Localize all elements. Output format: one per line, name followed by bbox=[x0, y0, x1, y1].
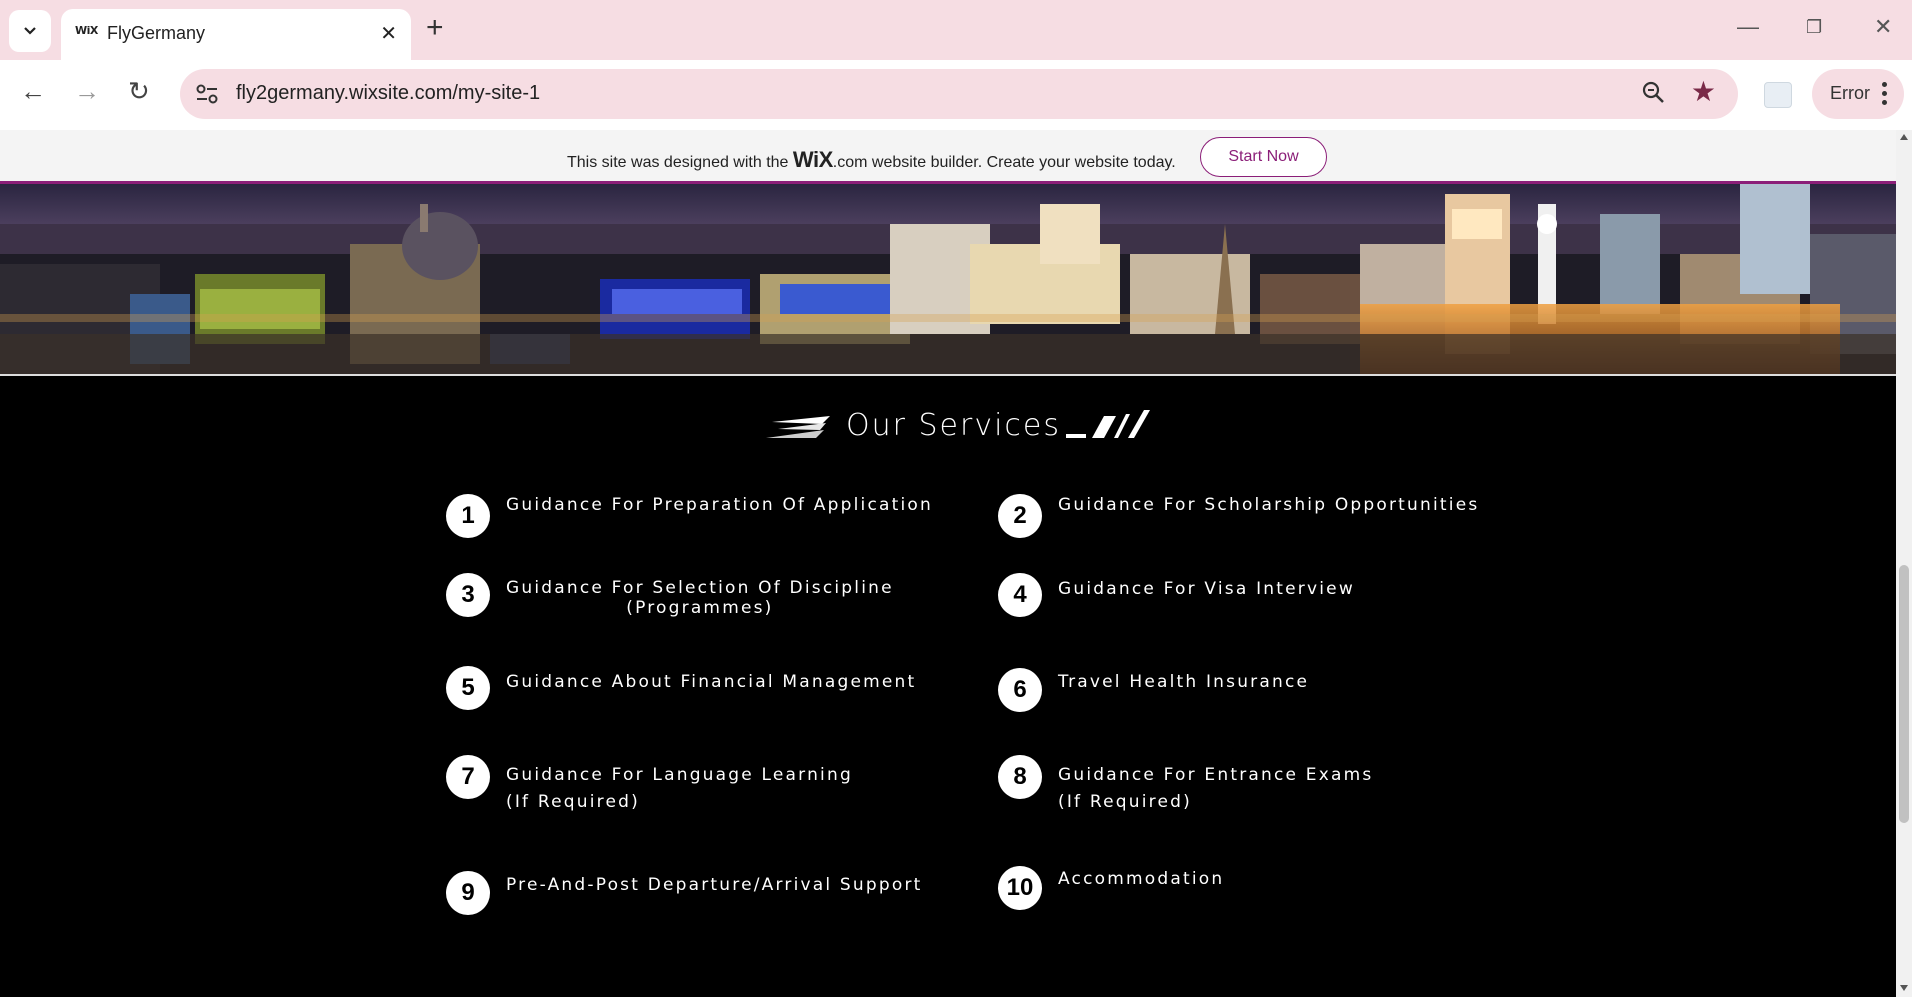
wix-ad-banner: This site was designed with the WiX.com … bbox=[0, 130, 1896, 184]
address-bar[interactable]: fly2germany.wixsite.com/my-site-1 ★ bbox=[180, 69, 1738, 119]
browser-toolbar: ← → ↻ fly2germany.wixsite.com/my-site-1 … bbox=[0, 60, 1912, 130]
new-tab-icon[interactable]: + bbox=[426, 13, 444, 43]
menu-kebab-icon[interactable] bbox=[1882, 79, 1888, 109]
service-label-line2: (If Required) bbox=[1058, 792, 1192, 812]
wing-decoration-icon bbox=[766, 416, 830, 438]
service-number-badge: 2 bbox=[998, 494, 1042, 538]
scroll-down-arrow-icon[interactable] bbox=[1900, 985, 1908, 991]
services-title: Our Services bbox=[846, 408, 1062, 443]
service-number-badge: 3 bbox=[446, 573, 490, 617]
skyline-svg bbox=[0, 184, 1896, 374]
service-number-badge: 8 bbox=[998, 755, 1042, 799]
restore-icon[interactable]: ❐ bbox=[1806, 17, 1822, 38]
tab-title: FlyGermany bbox=[107, 23, 206, 43]
reload-icon[interactable]: ↻ bbox=[128, 78, 150, 104]
browser-tab[interactable]: WiX FlyGermany ✕ bbox=[61, 9, 411, 60]
service-number-badge: 6 bbox=[998, 668, 1042, 712]
page-viewport: This site was designed with the WiX.com … bbox=[0, 130, 1896, 997]
service-label-line2: (Programmes) bbox=[626, 598, 774, 618]
service-number-badge: 1 bbox=[446, 494, 490, 538]
service-label: Guidance For Entrance Exams (If Required… bbox=[1058, 762, 1373, 816]
site-info-icon[interactable] bbox=[194, 82, 220, 106]
bookmark-star-icon[interactable]: ★ bbox=[1691, 77, 1716, 107]
service-label: Guidance For Scholarship Opportunities bbox=[1058, 495, 1480, 515]
profile-status: Error bbox=[1830, 83, 1870, 103]
service-label: Guidance For Selection Of Discipline (Pr… bbox=[506, 578, 894, 618]
back-icon[interactable]: ← bbox=[20, 78, 46, 104]
close-window-icon[interactable]: ✕ bbox=[1874, 14, 1892, 40]
service-label: Accommodation bbox=[1058, 869, 1225, 889]
wix-banner-text-before: This site was designed with the bbox=[567, 154, 789, 171]
scroll-thumb[interactable] bbox=[1899, 565, 1909, 823]
service-number-badge: 4 bbox=[998, 573, 1042, 617]
service-label: Pre-And-Post Departure/Arrival Support bbox=[506, 875, 923, 895]
wix-logo: WiX bbox=[792, 147, 833, 172]
berlin-skyline-image bbox=[0, 184, 1896, 376]
tab-strip: WiX FlyGermany ✕ + — ❐ ✕ bbox=[0, 0, 1912, 60]
service-number-badge: 10 bbox=[998, 866, 1042, 910]
close-tab-icon[interactable]: ✕ bbox=[380, 21, 397, 46]
tab-search-button[interactable] bbox=[9, 10, 51, 52]
service-label: Guidance For Preparation Of Application bbox=[506, 495, 933, 515]
service-label: Guidance For Visa Interview bbox=[1058, 579, 1355, 599]
service-label: Guidance About Financial Management bbox=[506, 672, 917, 692]
extension-icon[interactable] bbox=[1764, 82, 1792, 108]
service-label: Guidance For Language Learning (If Requi… bbox=[506, 762, 853, 816]
service-number-badge: 9 bbox=[446, 871, 490, 915]
start-now-button[interactable]: Start Now bbox=[1200, 137, 1327, 177]
chevron-down-icon bbox=[24, 27, 36, 35]
slash-decoration-icon bbox=[1066, 410, 1150, 438]
wix-favicon-icon: WiX bbox=[75, 24, 98, 37]
profile-error-button[interactable]: Error bbox=[1812, 69, 1904, 119]
forward-icon[interactable]: → bbox=[74, 78, 100, 104]
zoom-icon[interactable] bbox=[1640, 79, 1668, 107]
wix-banner-text: This site was designed with the WiX.com … bbox=[567, 147, 1176, 173]
service-number-badge: 5 bbox=[446, 666, 490, 710]
service-label-line1: Guidance For Language Learning bbox=[506, 765, 853, 785]
url-text: fly2germany.wixsite.com/my-site-1 bbox=[236, 82, 541, 104]
service-label-line1: Guidance For Entrance Exams bbox=[1058, 765, 1374, 785]
service-label-line1: Guidance For Selection Of Discipline bbox=[506, 578, 894, 598]
page-scrollbar[interactable] bbox=[1896, 130, 1912, 997]
wix-banner-text-after: .com website builder. Create your websit… bbox=[832, 154, 1176, 171]
service-label: Travel Health Insurance bbox=[1058, 672, 1310, 692]
minimize-icon[interactable]: — bbox=[1737, 14, 1759, 40]
service-number-badge: 7 bbox=[446, 755, 490, 799]
service-label-line2: (If Required) bbox=[506, 792, 640, 812]
scroll-up-arrow-icon[interactable] bbox=[1900, 134, 1908, 140]
